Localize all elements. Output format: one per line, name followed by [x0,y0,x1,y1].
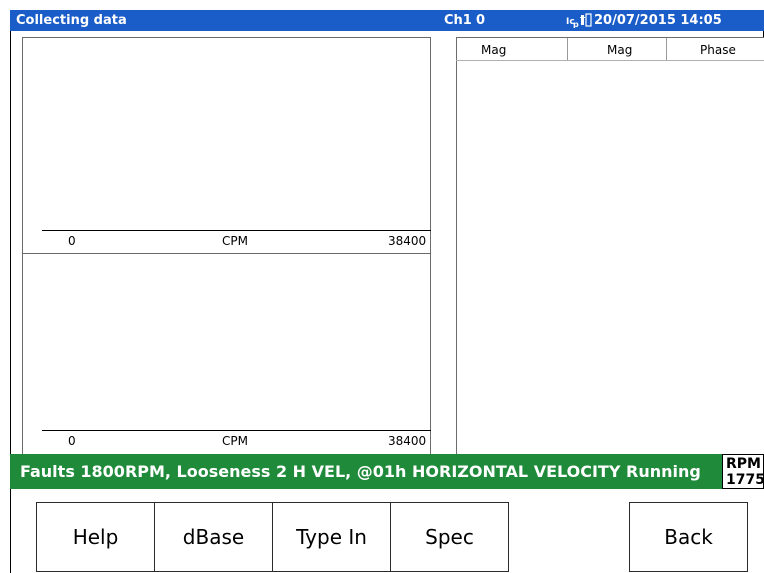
column-header-mag-1[interactable]: Mag [481,43,506,57]
rpm-label: RPM [726,456,761,472]
peaks-table[interactable] [456,37,764,455]
signal-icon: Ic p [566,13,592,29]
status-bar: Faults 1800RPM, Looseness 2 H VEL, @01h … [10,454,722,489]
x-axis-label-top: CPM [222,234,248,248]
type-in-button[interactable]: Type In [272,502,391,572]
status-text: Faults 1800RPM, Looseness 2 H VEL, @01h … [20,462,701,481]
column-divider [567,38,568,61]
x-min-label-bottom: 0 [68,434,76,448]
screen-title: Collecting data [16,13,127,28]
back-button[interactable]: Back [629,502,748,572]
date-time: 20/07/2015 14:05 [594,13,722,28]
x-max-label-top: 38400 [388,234,427,248]
x-axis-label-bottom: CPM [222,434,248,448]
spec-button[interactable]: Spec [390,502,509,572]
channel-value: 0 [476,13,486,28]
help-button[interactable]: Help [36,502,155,572]
table-header-divider [456,60,764,61]
rpm-readout: RPM 1775 [722,454,764,489]
rpm-value: 1775 [726,472,764,488]
channel-label: Ch1 [444,13,472,28]
spectrum-plot-bottom [22,253,431,455]
x-axis-line-top [42,230,431,231]
x-min-label-top: 0 [68,234,76,248]
column-header-phase[interactable]: Phase [700,43,736,57]
spectrum-plot-top [22,37,431,254]
frame-left-border [10,31,11,573]
status-icons: Ic p [566,12,592,29]
x-max-label-bottom: 38400 [388,434,427,448]
x-axis-line-bottom [42,430,431,431]
column-divider [666,38,667,61]
dbase-button[interactable]: dBase [154,502,273,572]
svg-text:p: p [573,20,579,28]
column-header-mag-2[interactable]: Mag [607,43,632,57]
title-bar: Collecting data Ch1 0 Ic p 20/07/2015 14… [10,10,764,31]
